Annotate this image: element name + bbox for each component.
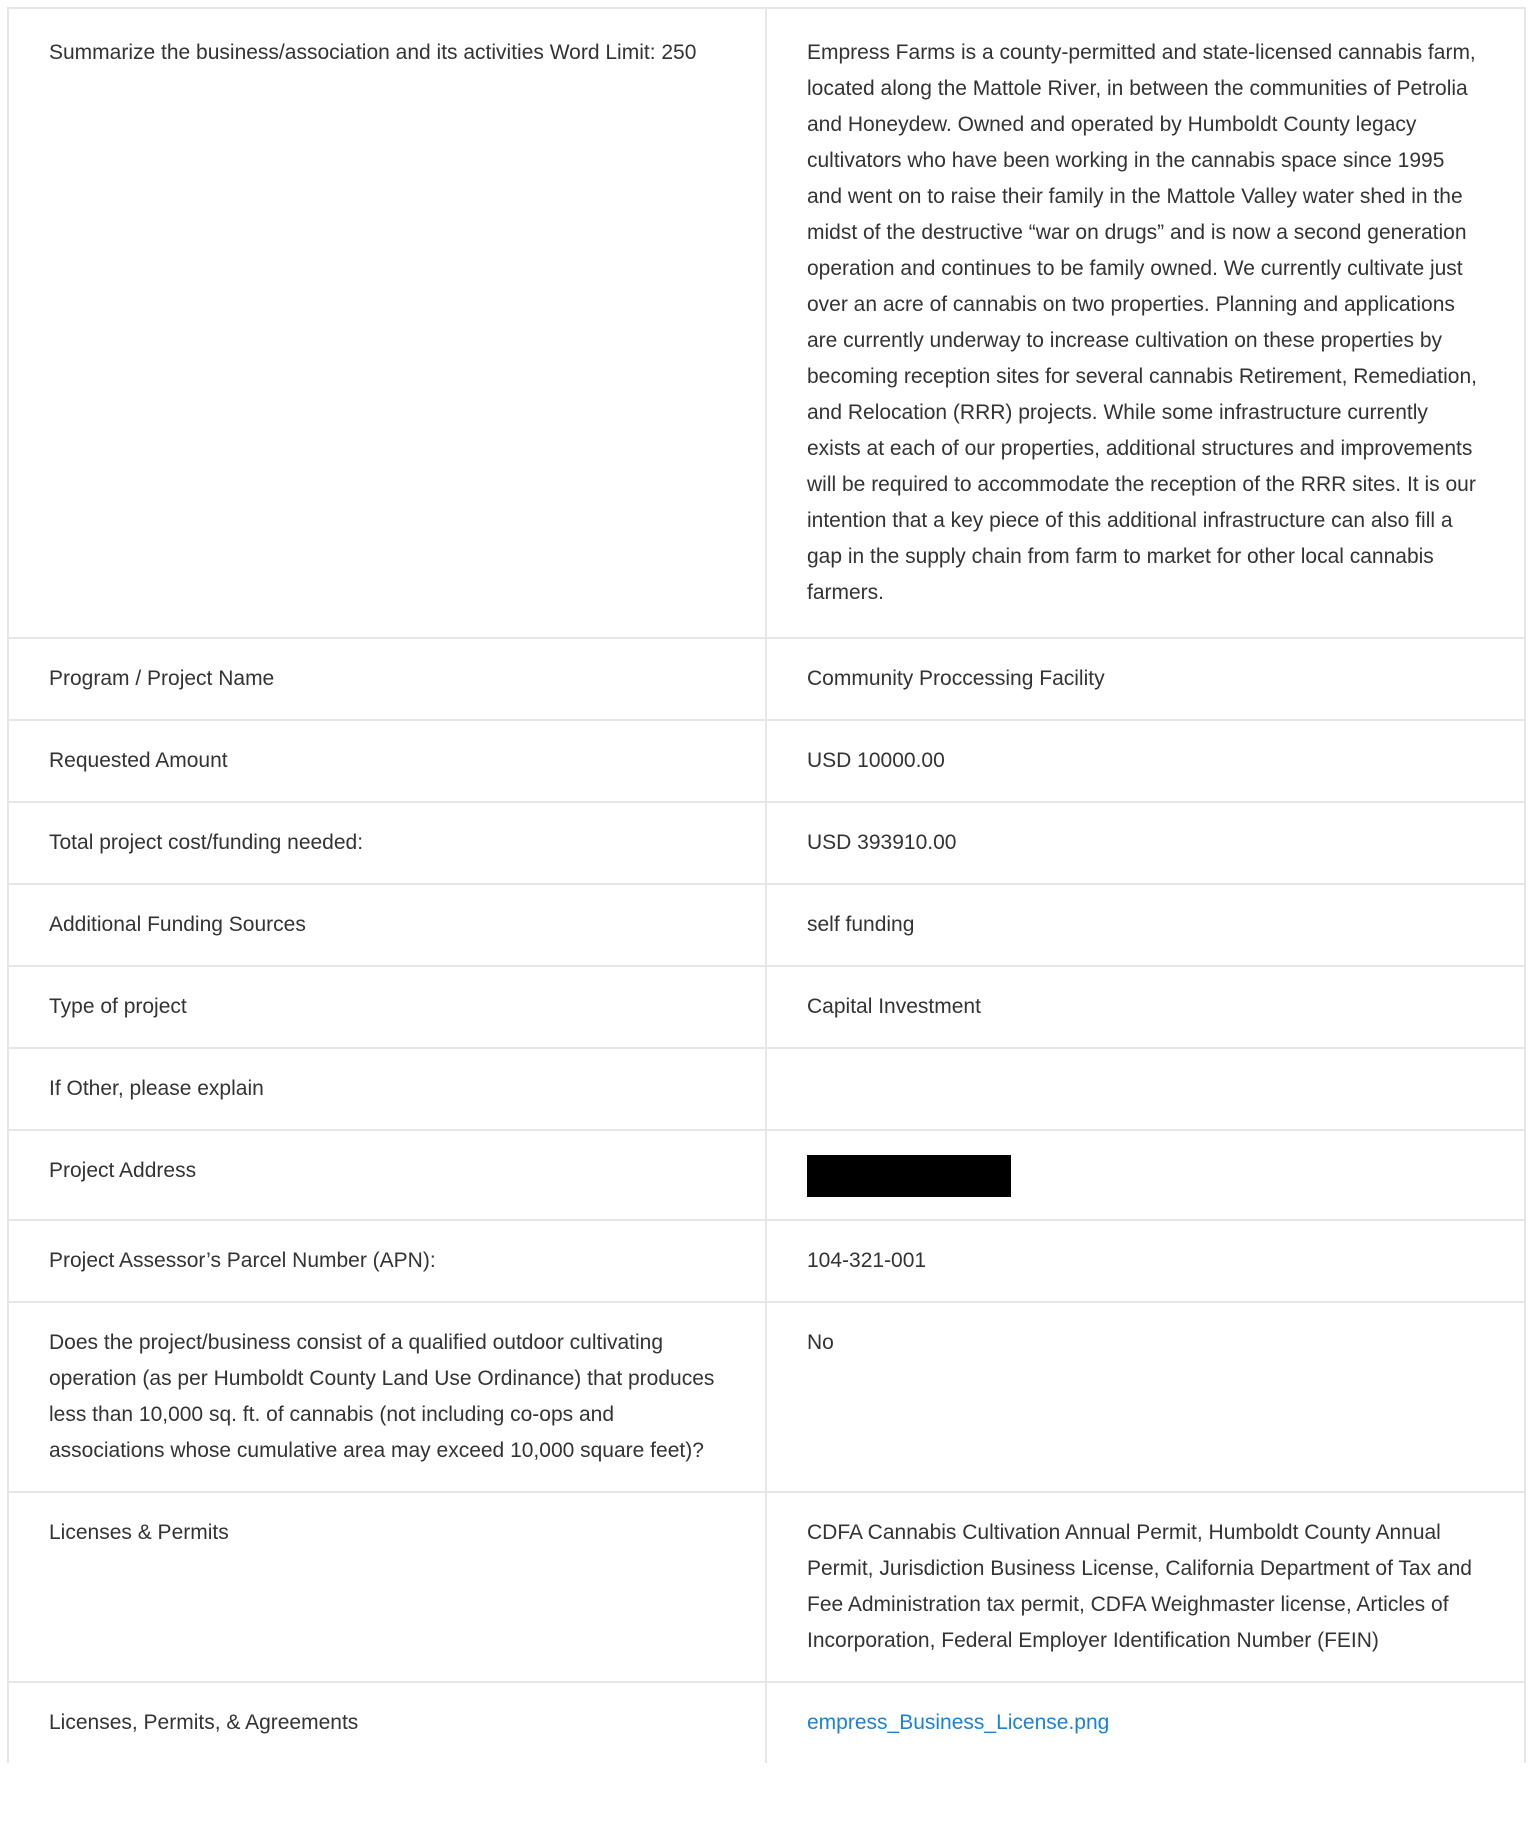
row-project-type: Type of project Capital Investment <box>7 965 1526 1049</box>
row-requested-amount: Requested Amount USD 10000.00 <box>7 719 1526 803</box>
project-address-value <box>765 1129 1526 1221</box>
row-total-project-cost: Total project cost/funding needed: USD 3… <box>7 801 1526 885</box>
licenses-permits-label: Licenses & Permits <box>7 1491 767 1683</box>
total-project-cost-label: Total project cost/funding needed: <box>7 801 767 885</box>
row-project-name: Program / Project Name Community Procces… <box>7 637 1526 721</box>
requested-amount-value: USD 10000.00 <box>765 719 1526 803</box>
project-type-label: Type of project <box>7 965 767 1049</box>
other-explanation-label: If Other, please explain <box>7 1047 767 1131</box>
row-outdoor-cultivation: Does the project/business consist of a q… <box>7 1301 1526 1493</box>
outdoor-cultivation-value: No <box>765 1301 1526 1493</box>
other-explanation-value <box>765 1047 1526 1131</box>
project-name-label: Program / Project Name <box>7 637 767 721</box>
parcel-number-label: Project Assessor’s Parcel Number (APN): <box>7 1219 767 1303</box>
other-explanation-text <box>807 1071 1484 1107</box>
licenses-agreements-value: empress_Business_License.png <box>765 1681 1526 1763</box>
redaction-box <box>807 1155 1011 1197</box>
row-additional-funding: Additional Funding Sources self funding <box>7 883 1526 967</box>
licenses-agreements-label: Licenses, Permits, & Agreements <box>7 1681 767 1763</box>
application-details-table: Summarize the business/association and i… <box>7 7 1526 1763</box>
row-licenses-permits: Licenses & Permits CDFA Cannabis Cultiva… <box>7 1491 1526 1683</box>
business-summary-label: Summarize the business/association and i… <box>7 7 767 639</box>
licenses-permits-value: CDFA Cannabis Cultivation Annual Permit,… <box>765 1491 1526 1683</box>
application-form-sheet: Summarize the business/association and i… <box>7 7 1526 1763</box>
requested-amount-label: Requested Amount <box>7 719 767 803</box>
project-name-value: Community Proccessing Facility <box>765 637 1526 721</box>
row-licenses-agreements: Licenses, Permits, & Agreements empress_… <box>7 1681 1526 1763</box>
business-summary-value: Empress Farms is a county-permitted and … <box>765 7 1526 639</box>
project-address-label: Project Address <box>7 1129 767 1221</box>
business-license-file-link[interactable]: empress_Business_License.png <box>807 1711 1109 1734</box>
row-parcel-number: Project Assessor’s Parcel Number (APN): … <box>7 1219 1526 1303</box>
additional-funding-label: Additional Funding Sources <box>7 883 767 967</box>
total-project-cost-value: USD 393910.00 <box>765 801 1526 885</box>
outdoor-cultivation-label: Does the project/business consist of a q… <box>7 1301 767 1493</box>
row-project-address: Project Address <box>7 1129 1526 1221</box>
additional-funding-value: self funding <box>765 883 1526 967</box>
row-business-summary: Summarize the business/association and i… <box>7 7 1526 639</box>
parcel-number-value: 104-321-001 <box>765 1219 1526 1303</box>
project-type-value: Capital Investment <box>765 965 1526 1049</box>
row-other-explanation: If Other, please explain <box>7 1047 1526 1131</box>
